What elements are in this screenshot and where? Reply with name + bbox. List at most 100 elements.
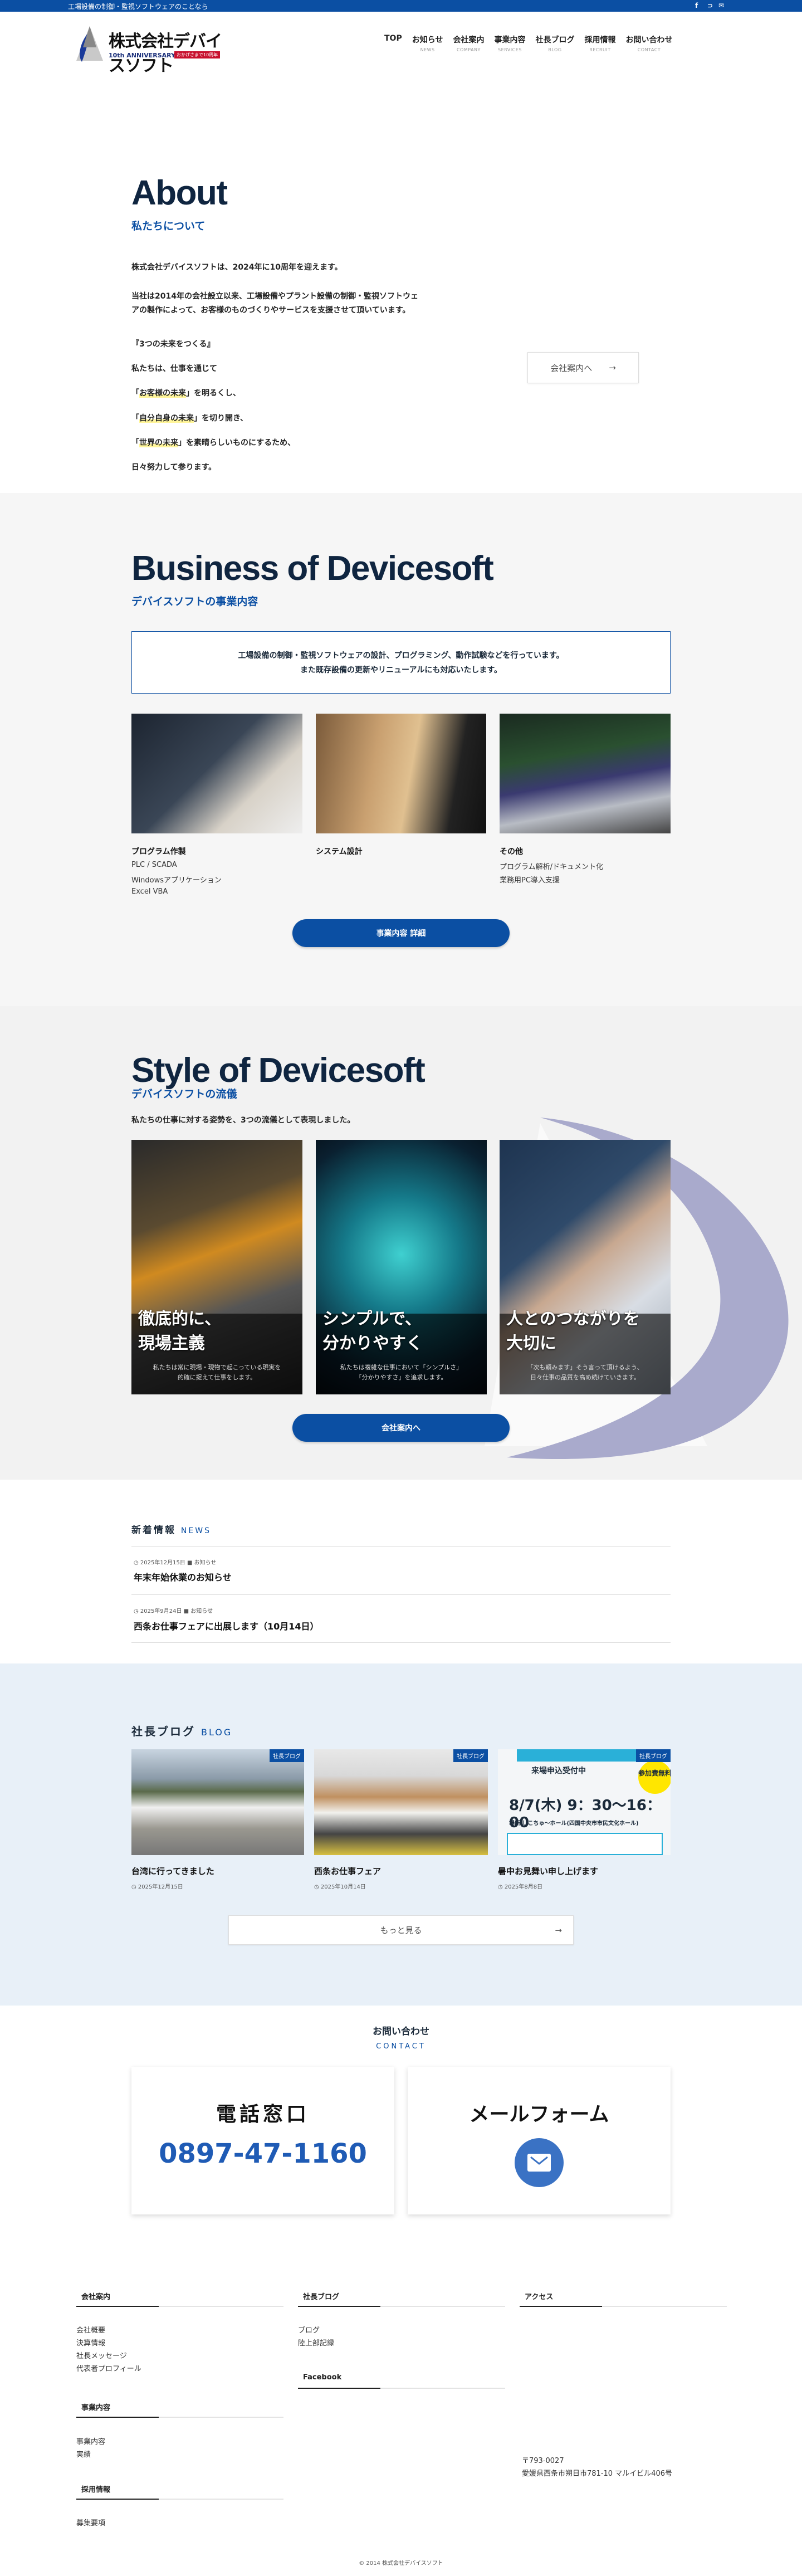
- footer-link[interactable]: ブログ: [298, 2324, 334, 2337]
- blog-section: 社長ブログ BLOG 社長ブログ 社長ブログ 来場申込受付中 参加費無料 8/7…: [0, 1663, 802, 2006]
- poster-text: 来場申込受付中: [531, 1767, 586, 1775]
- footer-link[interactable]: 実績: [76, 2448, 105, 2461]
- footer-link[interactable]: 事業内容: [76, 2436, 105, 2448]
- business-subtitle: デバイスソフトの事業内容: [131, 596, 258, 608]
- nav-blog[interactable]: 社長ブログ BLOG: [535, 34, 574, 52]
- street-address: 愛媛県西条市朔日市781-10 マルイビル406号: [522, 2470, 672, 2478]
- logo-anniversary: 10th ANNIVERSARY: [109, 52, 176, 59]
- copyright: © 2014 株式会社デバイスソフト: [359, 2560, 443, 2567]
- zip-code: 〒793-0027: [522, 2457, 564, 2465]
- poster-free-badge: 参加費無料: [638, 1760, 671, 1794]
- footer-link[interactable]: 決算情報: [76, 2337, 141, 2350]
- nav-news[interactable]: お知らせ NEWS: [412, 34, 443, 52]
- about-subtitle: 私たちについて: [131, 220, 206, 232]
- nav-company[interactable]: 会社案内 COMPANY: [453, 34, 484, 52]
- phone-number[interactable]: 0897-47-1160: [131, 2138, 394, 2169]
- rss-icon[interactable]: ⊃: [707, 2, 713, 9]
- nav-top[interactable]: TOP: [384, 34, 402, 52]
- summary-line-1: 工場設備の制御・監視ソフトウェアの設計、プログラミング、動作試験などを行っていま…: [238, 651, 564, 660]
- footer-links: ブログ 陸上部記録: [298, 2324, 334, 2350]
- main-nav: TOP お知らせ NEWS 会社案内 COMPANY 事業内容 SERVICES 社長…: [384, 34, 672, 52]
- business-section: Business of Devicesoft デバイスソフトの事業内容 工場設備…: [0, 493, 802, 1006]
- divider: [76, 2306, 283, 2307]
- blog-post-date: ◷ 2025年10月14日: [314, 1884, 366, 1890]
- blog-heading: 社長ブログ BLOG: [131, 1725, 233, 1738]
- news-heading: 新着情報 NEWS: [131, 1525, 211, 1536]
- blog-post-title[interactable]: 暑中お見舞い申し上げます: [498, 1865, 598, 1877]
- programming-image: [131, 714, 302, 833]
- news-item-link[interactable]: 年末年始休業のお知らせ: [134, 1570, 232, 1583]
- service-title: プログラム作製: [131, 847, 186, 856]
- service-item: Excel VBA: [131, 887, 168, 896]
- blog-post-date: ◷ 2025年8月8日: [498, 1884, 543, 1890]
- footer-links: 募集要項: [76, 2517, 105, 2530]
- service-item: PLC / SCADA: [131, 861, 177, 869]
- facebook-icon[interactable]: f: [695, 2, 698, 9]
- footer-link[interactable]: 代表者プロフィール: [76, 2363, 141, 2375]
- about-section: About 私たちについて 株式会社デバイスソフトは、2024年に10周年を迎え…: [0, 79, 802, 493]
- poster-banner: [517, 1749, 651, 1762]
- phone-contact-card[interactable]: 電話窓口 0897-47-1160: [131, 2067, 394, 2214]
- about-line-5: 日々努力して参ります。: [131, 463, 217, 472]
- nav-recruit[interactable]: 採用情報 RECRUIT: [584, 34, 615, 52]
- divider: [298, 2306, 505, 2307]
- footer-link[interactable]: 陸上部記録: [298, 2337, 334, 2350]
- services-detail-button[interactable]: 事業内容 詳細: [292, 919, 510, 947]
- nav-services[interactable]: 事業内容 SERVICES: [494, 34, 525, 52]
- phone-label: 電話窓口: [216, 2103, 310, 2126]
- footer-link[interactable]: 会社概要: [76, 2324, 141, 2337]
- footer-heading: 社長ブログ: [303, 2293, 340, 2301]
- service-title: その他: [500, 847, 523, 856]
- news-item-link[interactable]: 西条お仕事フェアに出展します（10月14日）: [134, 1619, 319, 1632]
- divider: [131, 1594, 671, 1595]
- about-line-3: 「自分自身の未来」を切り開き、: [131, 414, 248, 423]
- blog-post-date: ◷ 2025年12月15日: [131, 1884, 183, 1890]
- mail-form-label: メールフォーム: [469, 2103, 609, 2126]
- footer-heading: 会社案内: [81, 2293, 111, 2301]
- service-title: システム設計: [316, 847, 363, 856]
- about-motto: 『3つの未来をつくる』: [131, 340, 215, 349]
- footer-link[interactable]: 社長メッセージ: [76, 2350, 141, 2363]
- card-description: 私たちは常に現場・現物で起こっている現実を 的確に捉えて仕事をします。: [153, 1364, 281, 1381]
- footer-link[interactable]: 募集要項: [76, 2517, 105, 2530]
- footer-heading: 採用情報: [81, 2486, 111, 2494]
- card-description: 「次も頼みます」そう言って頂けるよう、 日々仕事の品質を高め続けていきます。: [527, 1364, 643, 1381]
- nav-contact[interactable]: お問い合わせ CONTACT: [625, 34, 672, 52]
- about-line-1: 私たちは、仕事を通じて: [131, 364, 217, 373]
- button-label: もっと見る: [380, 1925, 422, 1935]
- style-title: Style of Devicesoft: [131, 1051, 426, 1090]
- divider: [76, 2417, 283, 2418]
- company-guide-button[interactable]: 会社案内へ: [292, 1414, 510, 1442]
- address: 〒793-0027 愛媛県西条市朔日市781-10 マルイビル406号: [522, 2455, 672, 2480]
- blog-post-title[interactable]: 西条お仕事フェア: [314, 1865, 381, 1877]
- footer-heading: 事業内容: [81, 2404, 111, 2412]
- divider: [298, 2388, 505, 2389]
- logo[interactable]: 株式会社デバイスソフト 10th ANNIVERSARY おかげさまで10周年: [74, 25, 230, 76]
- blog-thumbnail[interactable]: 来場申込受付中 参加費無料 8/7(木) 9：30〜16：00 場所 しこちゅ〜…: [498, 1749, 671, 1855]
- mail-icon[interactable]: [515, 2138, 564, 2187]
- blog-thumbnail[interactable]: 社長ブログ: [131, 1749, 304, 1855]
- service-item: プログラム解析/ドキュメント化: [500, 863, 603, 871]
- divider: [131, 1642, 671, 1643]
- company-info-button[interactable]: 会社案内へ →: [527, 352, 639, 383]
- news-meta: ◷ 2025年9月24日 ■ お知らせ: [134, 1608, 213, 1614]
- category-badge: 社長ブログ: [453, 1749, 488, 1762]
- business-summary-box: 工場設備の制御・監視ソフトウェアの設計、プログラミング、動作試験などを行っていま…: [131, 631, 671, 694]
- blog-thumbnail[interactable]: 社長ブログ: [314, 1749, 488, 1855]
- category-badge: 社長ブログ: [270, 1749, 304, 1762]
- button-label: 会社案内へ: [550, 363, 593, 373]
- logo-tagline: おかげさまで10周年: [174, 51, 221, 58]
- more-blog-button[interactable]: もっと見る →: [228, 1915, 574, 1945]
- blog-post-title[interactable]: 台湾に行ってきました: [131, 1865, 214, 1877]
- mail-icon[interactable]: ✉: [718, 2, 724, 9]
- style-card: 人とのつながりを 大切に 「次も頼みます」そう言って頂けるよう、 日々仕事の品質を高…: [500, 1140, 671, 1394]
- about-line-4: 「世界の未来」を素晴らしいものにするため、: [131, 438, 296, 447]
- style-section: Style of Devicesoft デバイスソフトの流儀 私たちの仕事に対す…: [0, 1006, 802, 1480]
- news-section: 新着情報 NEWS ◷ 2025年12月15日 ■ お知らせ 年末年始休業のお知…: [0, 1480, 802, 1663]
- about-history-2: アの製作によって、お客様のものづくりやサービスを支援させて頂いています。: [131, 306, 410, 315]
- about-history-1: 当社は2014年の会社設立以来、工場設備やプラント設備の制御・監視ソフトウェ: [131, 292, 418, 301]
- style-subtitle: デバイスソフトの流儀: [131, 1088, 237, 1100]
- business-title: Business of Devicesoft: [131, 549, 494, 588]
- mail-form-card[interactable]: メールフォーム: [408, 2067, 671, 2214]
- top-bar: 工場設備の制御・監視ソフトウェアのことなら f ⊃ ✉: [0, 0, 802, 12]
